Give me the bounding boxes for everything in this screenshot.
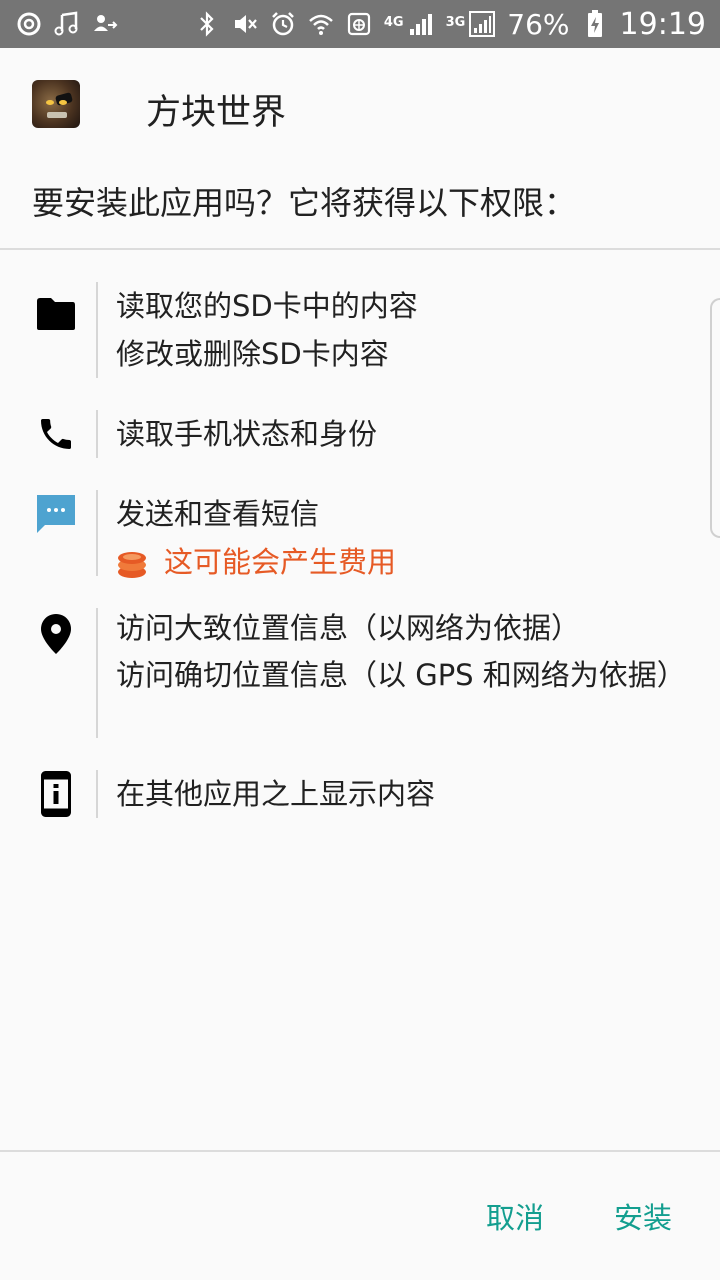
status-bar: 4G 3G 76% 19:19 xyxy=(0,0,720,48)
status-right: 4G 3G 76% 19:19 xyxy=(194,7,706,42)
permission-text: 访问大致位置信息（以网络为依据） 访问确切位置信息（以 GPS 和网络为依据） xyxy=(116,608,686,694)
permission-separator xyxy=(96,770,98,818)
music-note-icon xyxy=(54,11,80,37)
permission-line: 修改或删除SD卡内容 xyxy=(116,337,389,371)
permission-text: 在其他应用之上显示内容 xyxy=(116,770,676,818)
network-3g-label: 3G xyxy=(445,14,466,30)
charge-warning-text: 这可能会产生费用 xyxy=(164,545,397,579)
location-pin-icon xyxy=(32,610,80,658)
permission-separator xyxy=(96,490,98,576)
message-icon xyxy=(32,490,80,538)
charge-warning: 这可能会产生费用 xyxy=(116,538,676,586)
permission-line: 访问确切位置信息（以 GPS 和网络为依据） xyxy=(116,658,686,692)
app-icon-eye-left xyxy=(46,100,54,105)
permission-line: 读取您的SD卡中的内容 xyxy=(116,289,418,323)
signal-icon xyxy=(408,11,434,37)
divider xyxy=(0,1150,720,1152)
folder-icon xyxy=(32,290,80,338)
app-icon-mouth xyxy=(47,112,67,118)
netease-music-icon xyxy=(16,11,42,37)
bluetooth-icon xyxy=(194,11,220,37)
divider xyxy=(0,248,720,250)
permission-separator xyxy=(96,282,98,378)
battery-percent: 76% xyxy=(507,7,570,41)
user-transfer-icon xyxy=(92,11,118,37)
signal-box-icon xyxy=(469,11,496,37)
network-4g-label: 4G xyxy=(383,14,404,30)
browser-icon xyxy=(346,11,372,37)
app-header: 方块世界 xyxy=(0,48,720,168)
install-button[interactable]: 安装 xyxy=(606,1190,680,1246)
clock: 19:19 xyxy=(619,6,706,42)
app-icon-eye-right xyxy=(59,100,67,105)
permission-line: 访问大致位置信息（以网络为依据） xyxy=(116,611,581,645)
permission-separator xyxy=(96,410,98,458)
permission-line: 读取手机状态和身份 xyxy=(116,417,378,451)
scroll-edge-indicator xyxy=(710,298,720,538)
battery-charging-icon xyxy=(582,10,608,37)
permission-line: 在其他应用之上显示内容 xyxy=(116,777,436,811)
phone-icon xyxy=(32,410,80,458)
app-name: 方块世界 xyxy=(146,93,287,133)
permission-text: 读取您的SD卡中的内容 修改或删除SD卡内容 xyxy=(116,282,676,378)
overlay-icon xyxy=(32,770,80,818)
permission-text: 发送和查看短信 这可能会产生费用 xyxy=(116,490,676,586)
coins-icon xyxy=(116,546,148,578)
install-question: 要安装此应用吗？它将获得以下权限： xyxy=(32,184,577,222)
permission-separator xyxy=(96,608,98,738)
app-icon xyxy=(32,80,80,128)
alarm-icon xyxy=(270,11,296,37)
permission-line: 发送和查看短信 xyxy=(116,497,320,531)
permission-text: 读取手机状态和身份 xyxy=(116,410,676,458)
status-left xyxy=(16,11,118,37)
mute-icon xyxy=(232,11,258,37)
wifi-icon xyxy=(308,11,334,37)
cancel-button[interactable]: 取消 xyxy=(478,1190,552,1246)
